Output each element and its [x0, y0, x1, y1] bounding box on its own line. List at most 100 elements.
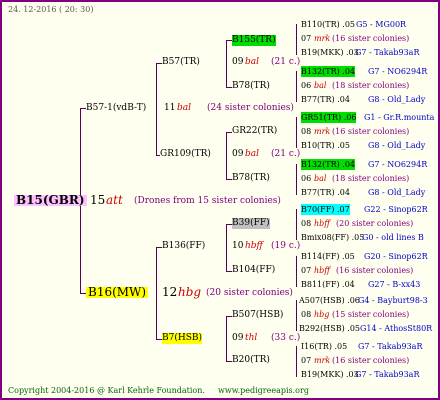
- connector: [296, 300, 297, 331]
- c2r: G14 - AthosSt80R: [360, 324, 433, 333]
- root-note: (Drones from 15 sister colonies): [134, 196, 281, 206]
- connector: [296, 24, 297, 55]
- c2r: G8 - Old_Lady: [368, 95, 426, 104]
- lower-a-bot-queen: B104(FF): [232, 265, 276, 275]
- site-url[interactable]: www.pedigreeapis.org: [218, 385, 309, 396]
- c2r: G7 - Takab93aR: [355, 370, 420, 379]
- lower-b-top-queen: B507(HSB): [232, 310, 284, 320]
- upper-a-top-queen: B155(TR): [232, 35, 276, 46]
- c1r: G7 - NO6294R: [368, 67, 428, 76]
- connector: [296, 164, 297, 195]
- upper-b-top-queen: GR22(TR): [232, 126, 278, 136]
- mn: (16 sister colonies): [332, 34, 410, 43]
- c1: B132(TR) .04: [301, 159, 356, 170]
- c2: B19(MKK) .03: [301, 48, 359, 57]
- connector: [226, 224, 227, 271]
- upper-a-note: (21 c.): [271, 57, 301, 67]
- upper-a-bot-queen: B78(TR): [232, 81, 270, 91]
- connector: [296, 71, 297, 102]
- c1: B114(FF) .05: [301, 252, 355, 261]
- connector: [296, 209, 297, 240]
- lower-b-bot-queen: B20(TR): [232, 355, 270, 365]
- lower-a-note: (19 c.): [271, 241, 301, 251]
- lower-b-number: 09: [232, 333, 244, 343]
- m: 07: [301, 34, 312, 43]
- c2r: G8 - Old_Lady: [368, 188, 426, 197]
- mb: hbff: [314, 266, 330, 275]
- lower-a-breeder: hbff: [245, 241, 263, 251]
- lower-b-breeder: thl: [245, 333, 258, 343]
- mn: (16 sister colonies): [332, 127, 410, 136]
- mb: hbff: [314, 219, 330, 228]
- c2r: G27 - B-xx43: [368, 280, 421, 289]
- mb: mrk: [314, 34, 331, 43]
- mn: (16 sister colonies): [332, 356, 410, 365]
- c1: A507(HSB) .06: [299, 296, 360, 305]
- connector: [296, 256, 297, 287]
- sire-note: (24 sister colonies): [207, 103, 294, 113]
- m: 07: [301, 266, 312, 275]
- c2r: G7 - Takab93aR: [355, 48, 420, 57]
- c2r: G0 - old lines B: [362, 233, 424, 242]
- c1r: G7 - Takab93aR: [358, 342, 423, 351]
- upper-b-bot-queen: B78(TR): [232, 173, 270, 183]
- mb: mrk: [314, 356, 331, 365]
- lower-a-top-queen: B39(FF): [232, 218, 270, 229]
- c2: B77(TR) .04: [301, 95, 350, 104]
- mb: bal: [314, 81, 327, 90]
- c1: B70(FF) .07: [301, 204, 350, 215]
- dam-number: 12: [162, 285, 178, 299]
- m: 08: [301, 127, 312, 136]
- mn: (18 sister colonies): [332, 174, 410, 183]
- connector: [296, 346, 297, 377]
- c1: B110(TR) .05: [301, 20, 356, 29]
- dam-note: (20 sister colonies): [206, 288, 293, 298]
- dam-queen: B16(MW): [86, 285, 149, 299]
- upper-b-queen: GR109(TR): [160, 149, 211, 159]
- upper-b-number: 09: [232, 149, 244, 159]
- connector: [226, 40, 227, 87]
- upper-a-number: 09: [232, 57, 244, 67]
- connector: [226, 132, 227, 179]
- root-number: 15: [90, 193, 106, 207]
- c2r: G8 - Old_Lady: [368, 141, 426, 150]
- c1r: G5 - MG00R: [356, 20, 407, 29]
- m: 06: [301, 174, 312, 183]
- c2: B811(FF) .04: [301, 280, 355, 289]
- lower-b-queen: B7(HSB): [162, 333, 202, 344]
- c1r: G4 - Bayburt98-3: [358, 296, 428, 305]
- lower-vertical-line: [156, 247, 157, 339]
- c2: B10(TR) .05: [301, 141, 350, 150]
- m: 08: [301, 219, 312, 228]
- c1r: G7 - NO6294R: [368, 160, 428, 169]
- mn: (18 sister colonies): [332, 81, 410, 90]
- c2: B292(HSB) .05: [299, 324, 360, 333]
- c1: B132(TR) .04: [301, 66, 356, 77]
- upper-b-note: (21 c.): [271, 149, 301, 159]
- m: 08: [301, 310, 312, 319]
- c1r: G22 - Sinop62R: [364, 205, 428, 214]
- mn: (20 sister colonies): [336, 219, 414, 228]
- c1r: G20 - Sinop62R: [364, 252, 428, 261]
- sire-breeder: bal: [177, 103, 192, 113]
- c1: GR51(TR) .06: [301, 112, 357, 123]
- c1r: G1 - Gr.R.mounta: [364, 113, 435, 122]
- mb: mrk: [314, 127, 331, 136]
- m: 06: [301, 81, 312, 90]
- c2: B77(TR) .04: [301, 188, 350, 197]
- upper-a-breeder: bal: [245, 57, 260, 67]
- lower-a-queen: B136(FF): [162, 241, 206, 251]
- c1: I16(TR) .05: [301, 342, 348, 351]
- sire-number: 11: [164, 103, 176, 113]
- pedigree-chart: 24. 12-2016 ( 20: 30) B15(GBR) 15 att (D…: [0, 0, 440, 400]
- mb: bal: [314, 174, 327, 183]
- sire-queen: B57-1(vdB-T): [86, 103, 147, 113]
- upper-vertical-line: [156, 63, 157, 156]
- connector: [296, 117, 297, 148]
- mb: hbg: [314, 310, 330, 319]
- c2: Bmix08(FF) .05: [301, 233, 365, 242]
- lower-a-number: 10: [232, 241, 244, 251]
- dam-breeder: hbg: [178, 285, 202, 299]
- mn: (15 sister colonies): [332, 310, 410, 319]
- date-stamp: 24. 12-2016 ( 20: 30): [8, 5, 94, 14]
